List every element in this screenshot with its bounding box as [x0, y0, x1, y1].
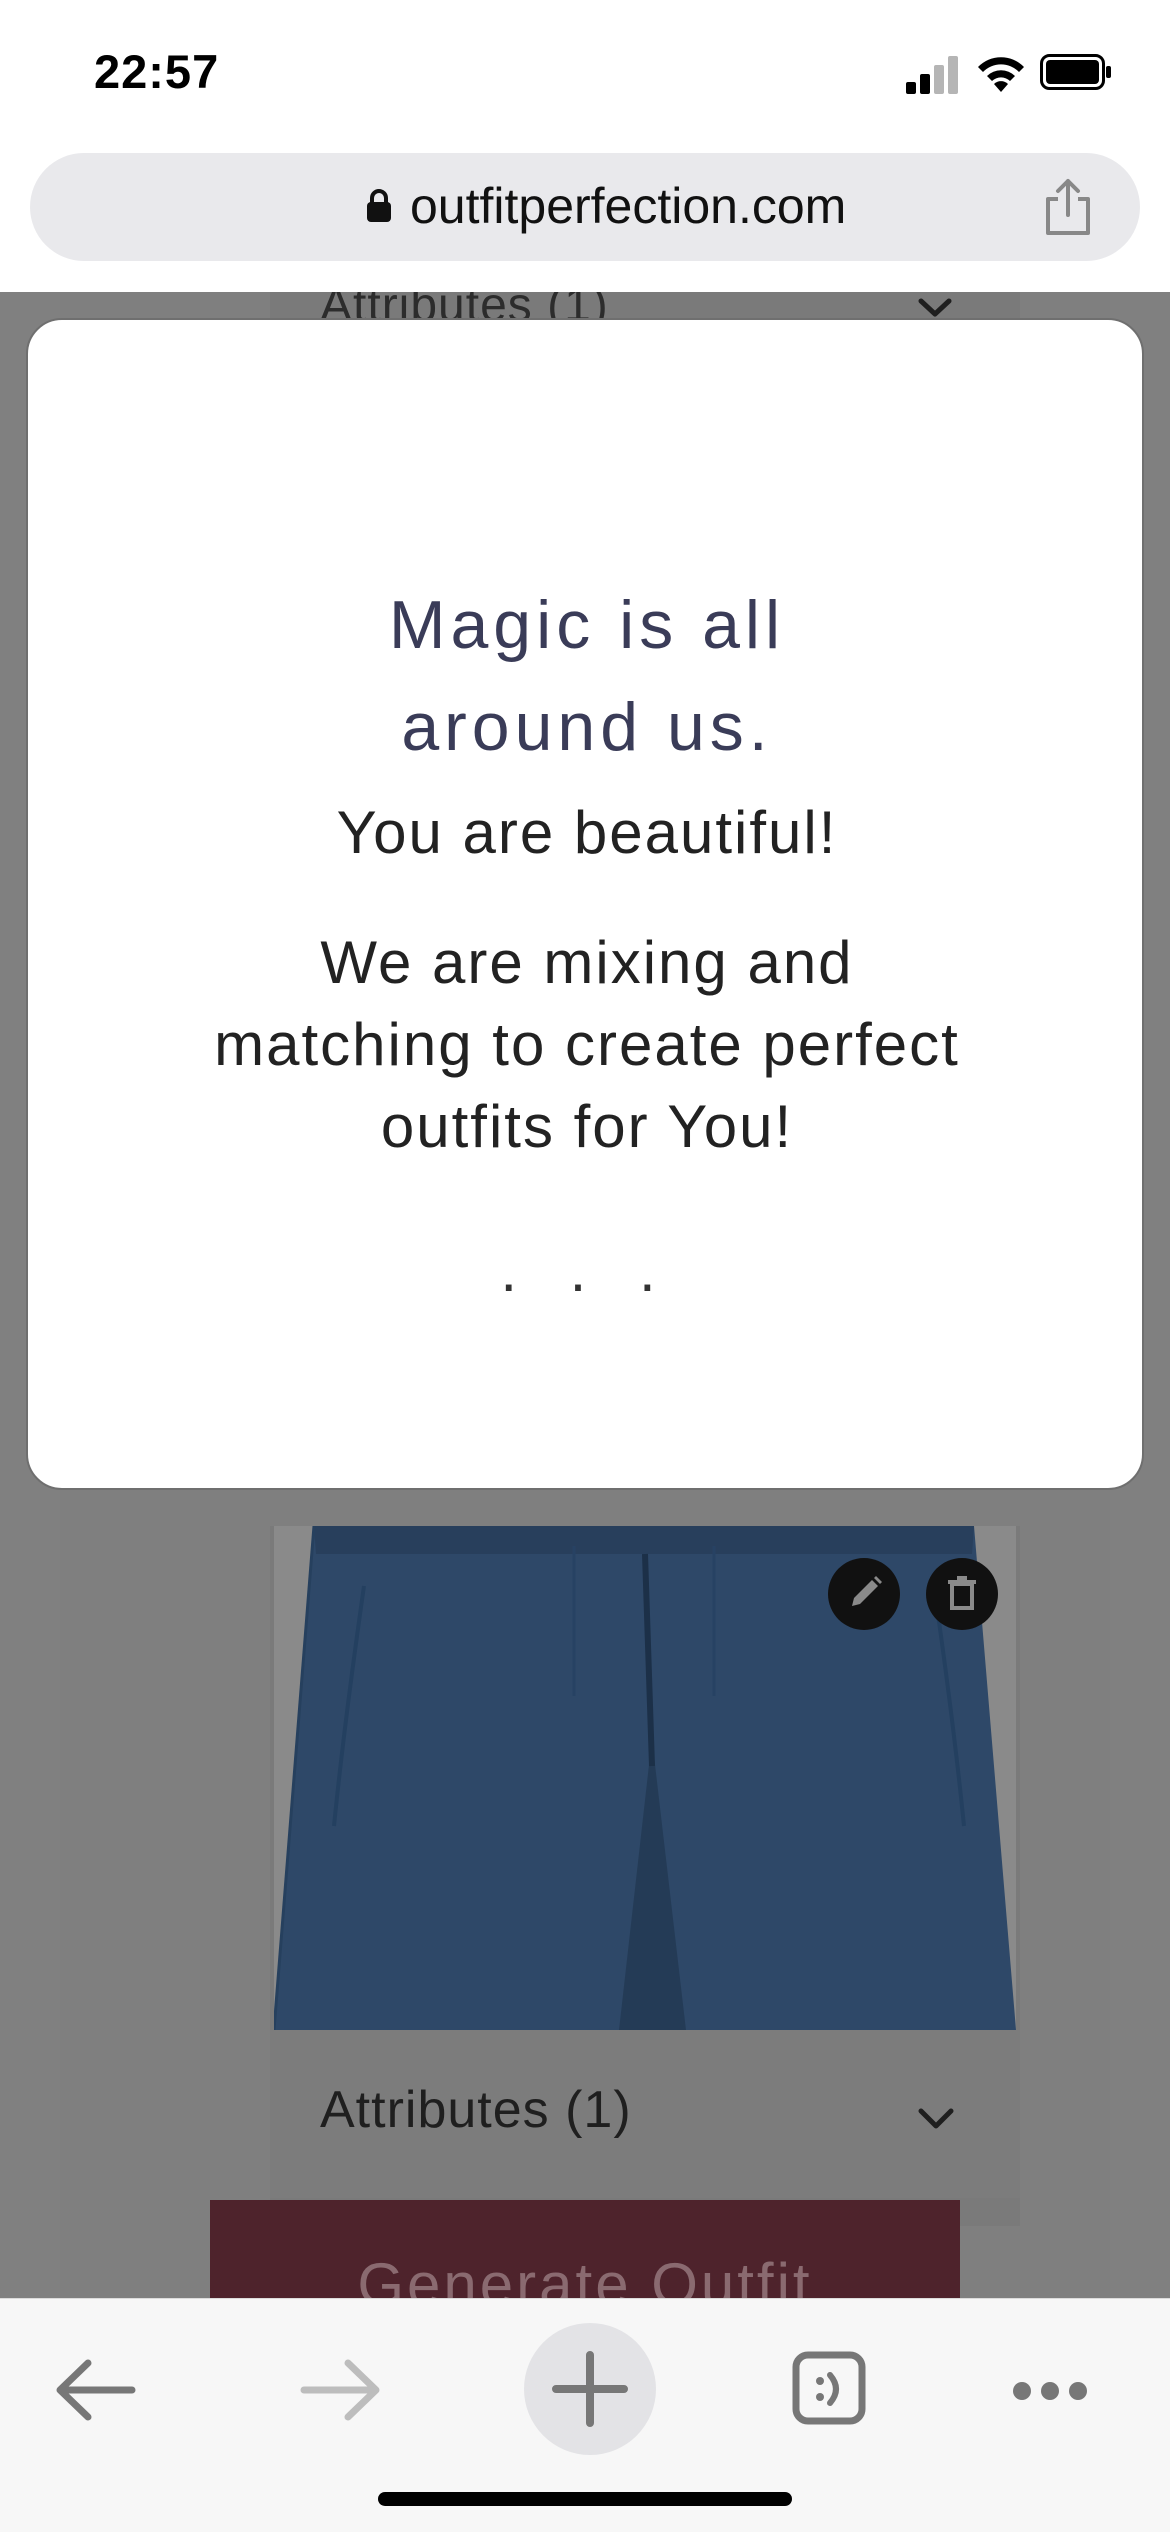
- tabs-icon[interactable]: [770, 2335, 890, 2445]
- battery-icon: [1040, 54, 1111, 90]
- generate-outfit-label: Generate Outfit: [357, 2251, 813, 2298]
- home-indicator[interactable]: [378, 2492, 792, 2506]
- cellular-signal-icon: [906, 54, 960, 94]
- chevron-down-icon: [918, 298, 952, 317]
- new-tab-button[interactable]: [524, 2323, 656, 2455]
- more-icon[interactable]: [990, 2335, 1110, 2445]
- url-text[interactable]: outfitperfection.com: [410, 177, 846, 235]
- loading-dots: . . .: [500, 1237, 674, 1304]
- attributes-accordion[interactable]: Attributes (1): [270, 2030, 1020, 2198]
- delete-button[interactable]: [926, 1558, 998, 1630]
- plus-icon: [552, 2351, 628, 2427]
- forward-arrow-icon[interactable]: [280, 2335, 400, 2445]
- attributes-label: Attributes (1): [320, 2081, 632, 2139]
- trash-icon: [948, 1576, 976, 1610]
- share-icon[interactable]: [1040, 177, 1096, 237]
- modal-message-mixing: We are mixing and matching to create per…: [214, 929, 960, 1160]
- edit-button[interactable]: [828, 1558, 900, 1630]
- loading-modal: Magic is all around us. You are beautifu…: [26, 318, 1144, 1490]
- status-bar: 22:57: [0, 0, 1170, 150]
- lock-icon: [367, 189, 391, 222]
- shorts-image: [274, 1526, 1016, 2030]
- modal-message-beautiful: You are beautiful!: [336, 799, 838, 866]
- back-arrow-icon[interactable]: [36, 2335, 156, 2445]
- item-card: Attributes (1): [270, 1526, 1020, 2226]
- pencil-icon: [852, 1576, 882, 1606]
- address-bar[interactable]: outfitperfection.com: [30, 153, 1140, 261]
- wifi-icon: [978, 57, 1024, 92]
- status-time: 22:57: [94, 45, 220, 98]
- modal-title: Magic is all around us.: [388, 587, 786, 765]
- chevron-down-icon: [918, 2108, 954, 2129]
- generate-outfit-button[interactable]: Generate Outfit: [210, 2200, 960, 2298]
